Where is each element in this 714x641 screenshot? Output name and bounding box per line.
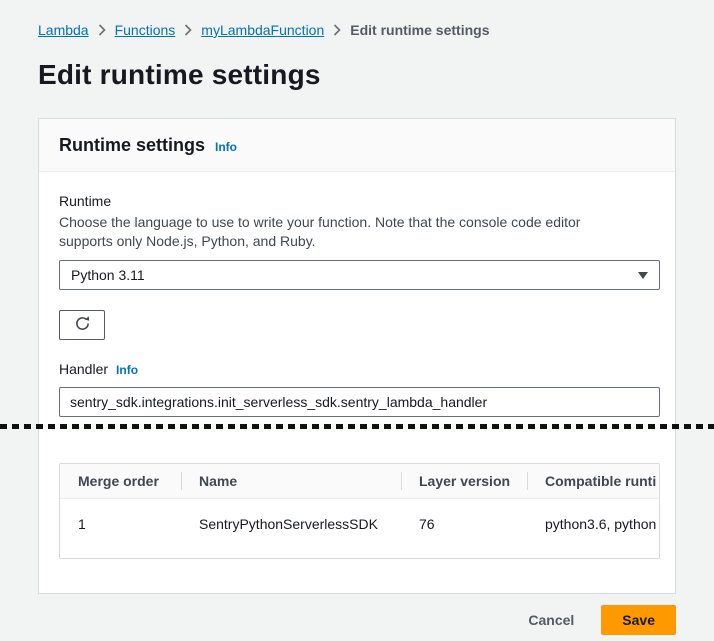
cell-compatible-runtimes: python3.6, python <box>527 499 659 559</box>
breadcrumb-link-functions[interactable]: Functions <box>115 22 176 38</box>
runtime-select[interactable]: Python 3.11 <box>59 260 660 290</box>
runtime-settings-card: Runtime settings Info Runtime Choose the… <box>38 118 676 594</box>
layers-table: Merge order Name Layer version Compatibl… <box>60 464 659 558</box>
chevron-right-icon <box>333 24 341 36</box>
refresh-runtimes-button[interactable] <box>59 310 105 340</box>
runtime-description: Choose the language to use to write your… <box>59 213 637 251</box>
layers-table-container: Merge order Name Layer version Compatibl… <box>59 463 660 559</box>
runtime-select-value: Python 3.11 <box>71 267 145 283</box>
handler-label-row: Handler Info <box>59 359 655 379</box>
column-header-name: Name <box>181 464 401 499</box>
card-title: Runtime settings <box>59 135 205 156</box>
runtime-settings-card-body: Runtime Choose the language to use to wr… <box>39 172 675 593</box>
runtime-settings-info-link[interactable]: Info <box>215 140 237 154</box>
breadcrumb-current: Edit runtime settings <box>350 22 489 38</box>
handler-input[interactable] <box>59 387 660 417</box>
handler-label: Handler <box>59 359 108 379</box>
cell-layer-name: SentryPythonServerlessSDK <box>181 499 401 559</box>
breadcrumb: Lambda Functions myLambdaFunction Edit r… <box>38 22 676 38</box>
breadcrumb-link-function-name[interactable]: myLambdaFunction <box>201 22 324 38</box>
refresh-icon <box>74 315 91 335</box>
cell-merge-order: 1 <box>60 499 181 559</box>
screenshot-crop-dashed-line <box>0 424 714 429</box>
column-header-compatible-runtimes: Compatible runti <box>527 464 659 499</box>
save-button[interactable]: Save <box>601 605 676 635</box>
layers-table-header-row: Merge order Name Layer version Compatibl… <box>60 464 659 499</box>
column-header-layer-version: Layer version <box>401 464 527 499</box>
table-row: 1 SentryPythonServerlessSDK 76 python3.6… <box>60 499 659 559</box>
handler-info-link[interactable]: Info <box>116 363 138 377</box>
breadcrumb-link-lambda[interactable]: Lambda <box>38 22 89 38</box>
cell-layer-version: 76 <box>401 499 527 559</box>
caret-down-icon <box>638 272 648 279</box>
column-header-merge-order: Merge order <box>60 464 181 499</box>
form-actions: Cancel Save <box>38 605 676 635</box>
runtime-label: Runtime <box>59 191 655 211</box>
page-title: Edit runtime settings <box>38 59 676 91</box>
lambda-edit-runtime-page: Lambda Functions myLambdaFunction Edit r… <box>0 0 714 635</box>
cancel-button[interactable]: Cancel <box>528 612 574 628</box>
runtime-settings-card-header: Runtime settings Info <box>39 119 675 172</box>
chevron-right-icon <box>184 24 192 36</box>
chevron-right-icon <box>98 24 106 36</box>
